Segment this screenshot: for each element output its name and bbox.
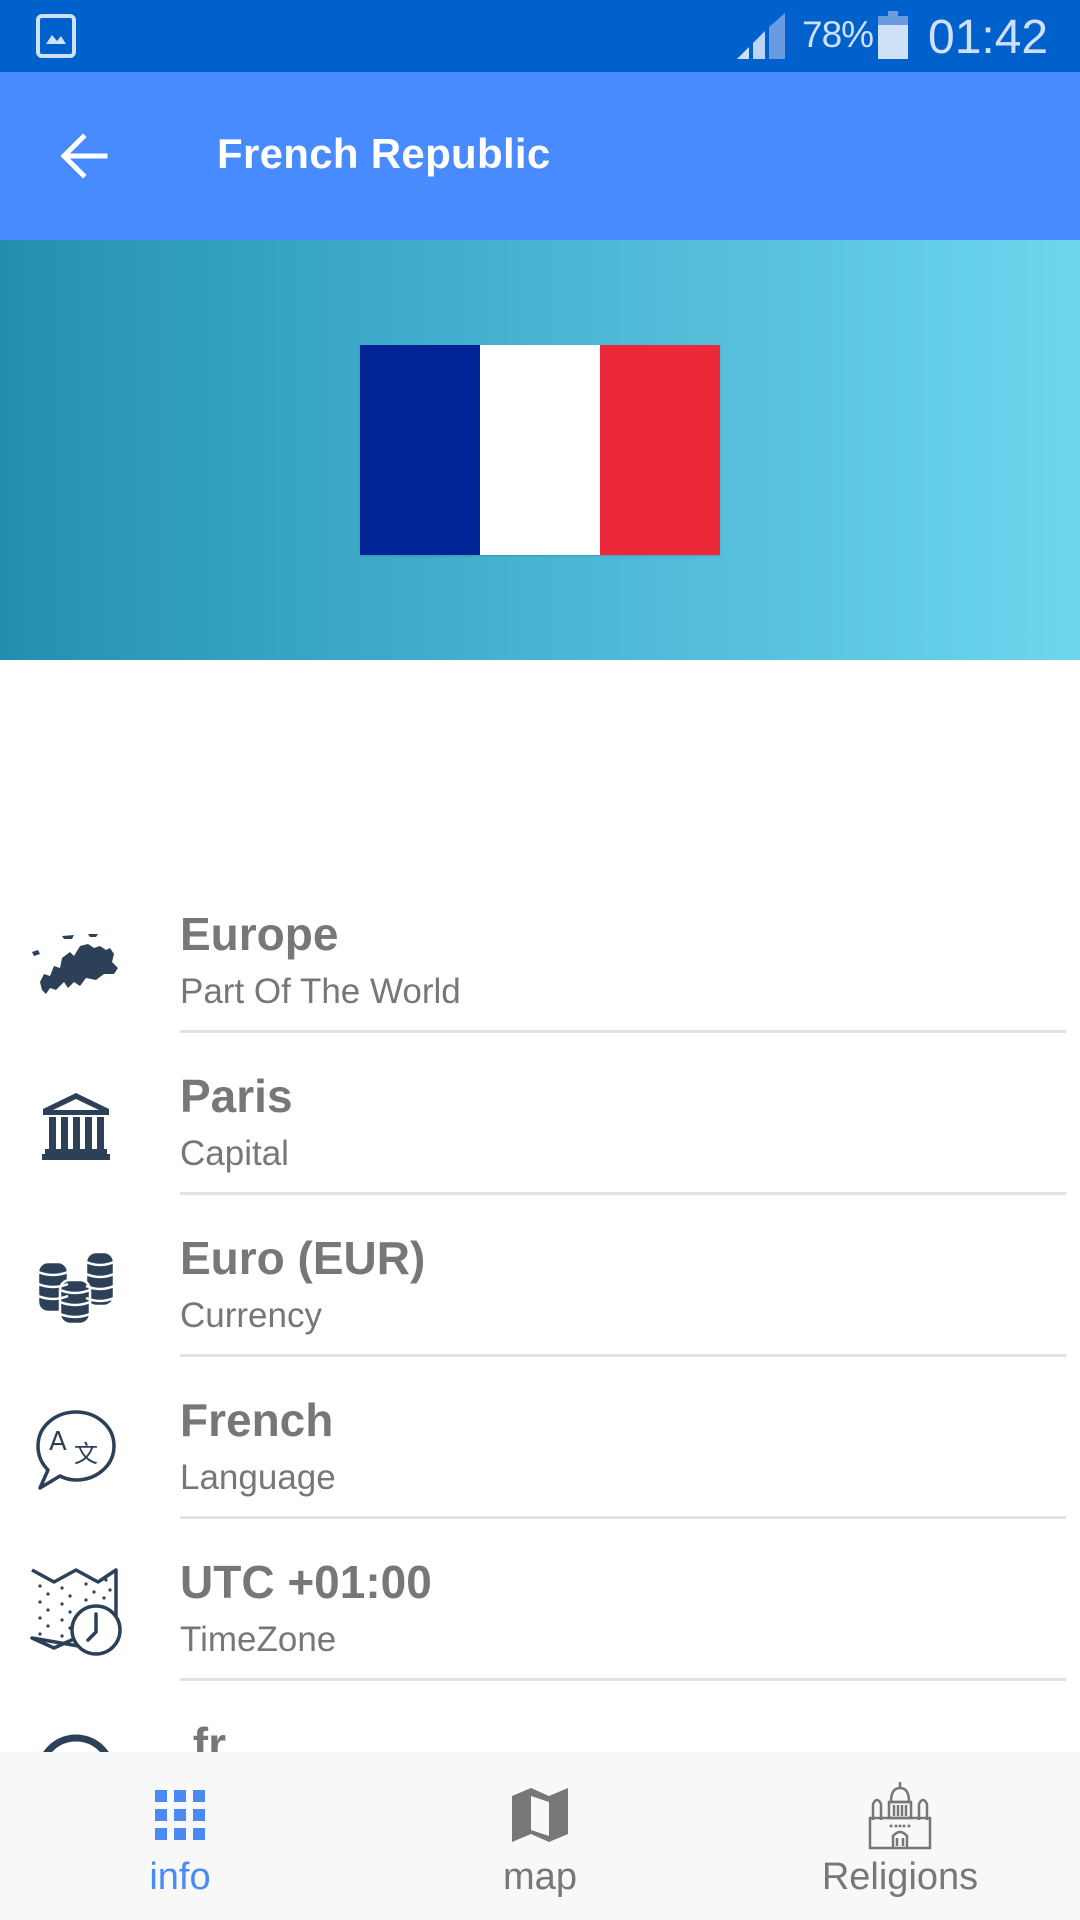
info-row-language[interactable]: A 文 French Language bbox=[0, 1366, 1080, 1528]
region-label: Part Of The World bbox=[180, 972, 461, 1011]
flag-stripe-white bbox=[480, 345, 600, 555]
flag-stripe-blue bbox=[360, 345, 480, 555]
currency-value: Euro (EUR) bbox=[180, 1232, 426, 1284]
cell-signal-icon bbox=[737, 13, 785, 59]
divider bbox=[180, 1030, 1066, 1033]
info-row-region[interactable]: Europe Part Of The World bbox=[0, 880, 1080, 1042]
nav-tab-religions[interactable]: Religions bbox=[720, 1752, 1080, 1920]
nav-tab-map[interactable]: map bbox=[360, 1752, 720, 1920]
nav-tab-religions-label: Religions bbox=[821, 1856, 979, 1898]
battery-percent: 78% bbox=[802, 14, 874, 55]
map-clock-icon bbox=[28, 1564, 124, 1660]
divider bbox=[180, 1354, 1066, 1357]
church-icon bbox=[865, 1780, 935, 1850]
flag-banner bbox=[0, 240, 1080, 660]
divider bbox=[180, 1678, 1066, 1681]
language-label: Language bbox=[180, 1458, 336, 1497]
gallery-notification-icon bbox=[36, 14, 76, 58]
info-row-currency[interactable]: Euro (EUR) Currency bbox=[0, 1204, 1080, 1366]
country-info-list: Europe Part Of The World Paris Capital E… bbox=[0, 880, 1080, 1852]
capital-value: Paris bbox=[180, 1070, 293, 1122]
nav-tab-info[interactable]: info bbox=[0, 1752, 360, 1920]
capital-label: Capital bbox=[180, 1134, 289, 1173]
language-value: French bbox=[180, 1394, 334, 1446]
divider bbox=[180, 1192, 1066, 1195]
capital-building-icon bbox=[28, 1078, 124, 1174]
info-row-timezone[interactable]: UTC +01:00 TimeZone bbox=[0, 1528, 1080, 1690]
arrow-left-icon bbox=[60, 133, 108, 179]
flag-france bbox=[360, 345, 720, 555]
map-icon bbox=[505, 1780, 575, 1850]
translate-icon: A 文 bbox=[28, 1402, 124, 1498]
europe-map-icon bbox=[28, 916, 124, 1012]
clock: 01:42 bbox=[928, 11, 1049, 64]
back-button[interactable] bbox=[40, 112, 128, 200]
svg-text:A: A bbox=[49, 1427, 67, 1457]
timezone-value: UTC +01:00 bbox=[180, 1556, 432, 1608]
app-toolbar: French Republic bbox=[0, 72, 1080, 240]
nav-tab-map-label: map bbox=[503, 1856, 577, 1898]
timezone-label: TimeZone bbox=[180, 1620, 337, 1659]
currency-label: Currency bbox=[180, 1296, 322, 1335]
page-title: French Republic bbox=[217, 130, 551, 177]
coins-icon bbox=[28, 1240, 124, 1336]
flag-stripe-red bbox=[600, 345, 720, 555]
bottom-navigation: info map Religions bbox=[0, 1752, 1080, 1920]
nav-tab-info-label: info bbox=[149, 1856, 211, 1898]
region-value: Europe bbox=[180, 908, 339, 960]
status-bar: 78% 01:42 bbox=[0, 0, 1080, 72]
grid-icon bbox=[145, 1780, 215, 1850]
divider bbox=[180, 1516, 1066, 1519]
info-row-capital[interactable]: Paris Capital bbox=[0, 1042, 1080, 1204]
battery-icon bbox=[878, 11, 908, 59]
svg-text:文: 文 bbox=[74, 1440, 98, 1468]
